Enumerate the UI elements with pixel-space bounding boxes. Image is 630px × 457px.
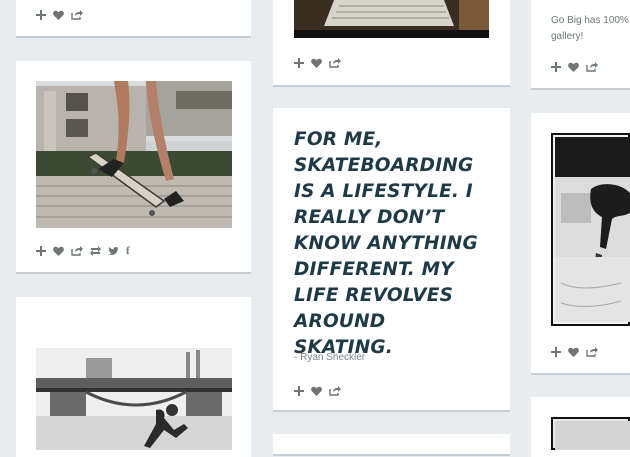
heart-icon[interactable] [311, 386, 322, 396]
post-card-bottom-middle [273, 434, 510, 454]
quote-attribution: - Ryan Sheckler [294, 352, 366, 363]
share-icon[interactable] [71, 246, 83, 256]
heart-icon[interactable] [568, 347, 579, 357]
post-text: Go Big has 100% gallery! [551, 15, 629, 42]
skater-bw-photo [551, 133, 630, 326]
paper-photo [294, 0, 489, 38]
plus-icon[interactable] [294, 58, 304, 68]
plus-icon[interactable] [36, 10, 46, 20]
facebook-icon[interactable]: f [126, 245, 130, 257]
skateboard-deck-photo [36, 81, 232, 228]
share-icon[interactable] [329, 58, 341, 68]
share-icon[interactable] [71, 10, 83, 20]
post-actions [294, 56, 341, 70]
share-icon[interactable] [329, 386, 341, 396]
share-icon[interactable] [586, 62, 598, 72]
bottom-right-photo [551, 417, 630, 450]
heart-icon[interactable] [568, 62, 579, 72]
plus-icon[interactable] [294, 386, 304, 396]
plus-icon[interactable] [551, 347, 561, 357]
post-actions [36, 8, 83, 22]
heart-icon[interactable] [53, 246, 64, 256]
post-actions [551, 60, 598, 74]
quote-text: FOR ME, SKATEBOARDING IS A LIFESTYLE. I … [294, 129, 478, 358]
plus-icon[interactable] [551, 62, 561, 72]
post-actions [551, 345, 598, 359]
bridge-skater-photo [36, 348, 232, 450]
heart-icon[interactable] [53, 10, 64, 20]
share-icon[interactable] [586, 347, 598, 357]
post-actions: f [36, 244, 130, 258]
post-actions [294, 384, 341, 398]
reblog-icon[interactable] [90, 246, 101, 256]
plus-icon[interactable] [36, 246, 46, 256]
twitter-icon[interactable] [108, 246, 119, 256]
heart-icon[interactable] [311, 58, 322, 68]
